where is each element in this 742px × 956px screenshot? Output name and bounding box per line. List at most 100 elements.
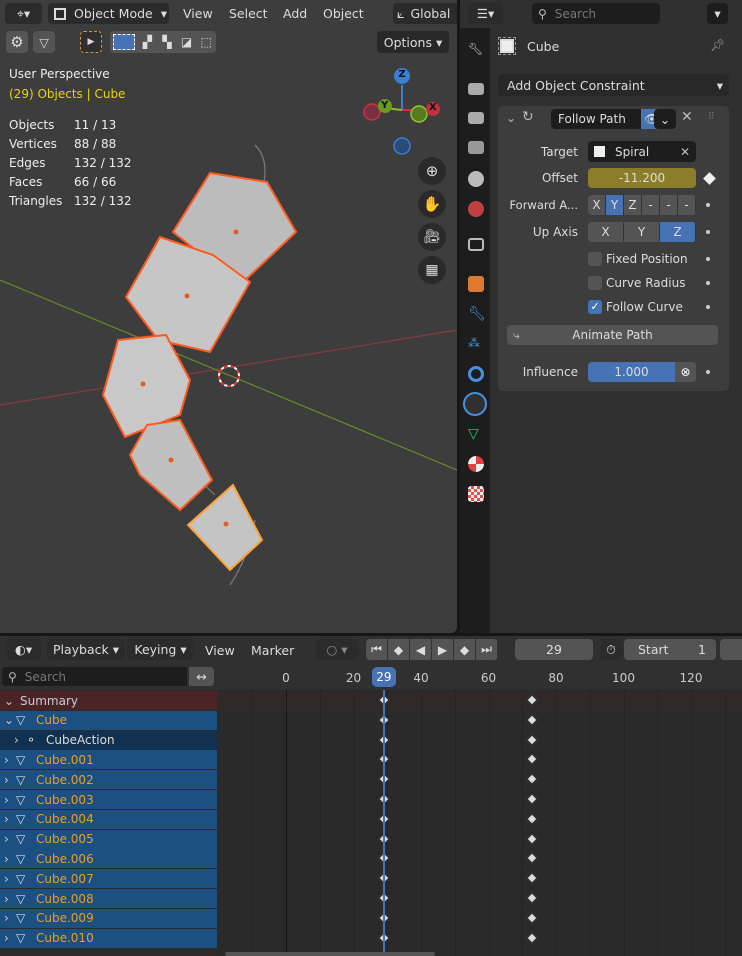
world-icon[interactable] <box>468 201 484 217</box>
playhead-frame-indicator[interactable]: 29 <box>371 667 396 687</box>
stopwatch-icon[interactable]: ⏱ <box>600 639 622 660</box>
prev-keyframe-icon[interactable]: ◆ <box>388 639 410 660</box>
channel-row-action[interactable]: › ⚬ CubeAction <box>0 730 217 750</box>
gizmo-x-label[interactable]: X <box>429 102 437 113</box>
object-icon[interactable] <box>468 276 484 292</box>
menu-view[interactable]: View <box>183 6 213 21</box>
editor-type-button[interactable]: ◐▾ <box>6 639 41 660</box>
swap-arrows-icon[interactable]: ↔ <box>189 667 214 686</box>
tool-icon[interactable]: 🔧︎ <box>468 42 484 58</box>
output-icon[interactable] <box>468 112 484 124</box>
collapse-chevron-icon[interactable]: ⌄ <box>506 111 516 125</box>
channel-row-object[interactable]: › ▽ Cube.001 <box>0 750 217 770</box>
gizmo-z-label[interactable]: Z <box>396 69 408 80</box>
target-field[interactable]: Spiral ✕ <box>588 141 696 162</box>
influence-slider[interactable]: 1.000 <box>588 362 675 382</box>
forward-x[interactable]: X <box>588 195 606 215</box>
constraint-menu-chevron-icon[interactable]: ⌄ <box>654 109 676 129</box>
keying-menu[interactable]: Keying ▾ <box>127 639 194 660</box>
end-frame-field[interactable] <box>720 639 742 660</box>
view-layer-icon[interactable] <box>468 141 484 154</box>
expand-chevron-icon[interactable]: › <box>4 892 16 906</box>
mode-dropdown[interactable]: Object Mode ▾ <box>48 3 169 24</box>
start-frame-field[interactable]: Start 1 <box>624 639 716 660</box>
jump-start-icon[interactable]: ⏮ <box>366 639 388 660</box>
clear-target-icon[interactable]: ✕ <box>680 145 690 159</box>
animate-dot-icon[interactable] <box>706 281 710 285</box>
add-object-constraint-dropdown[interactable]: Add Object Constraint ▾ <box>498 74 729 96</box>
select-extend-icon[interactable]: ▞ <box>138 31 158 53</box>
horizontal-scrollbar[interactable] <box>225 952 435 956</box>
pan-hand-icon[interactable]: ✋ <box>418 190 446 218</box>
curve-radius-checkbox[interactable] <box>588 276 602 290</box>
menu-select[interactable]: Select <box>229 6 268 21</box>
gizmo-y-label[interactable]: Y <box>381 100 388 111</box>
channel-row-object[interactable]: › ▽ Cube.002 <box>0 770 217 790</box>
animate-dot-icon[interactable] <box>706 203 710 207</box>
perspective-grid-icon[interactable]: ▦ <box>418 256 446 284</box>
forward-neg-x[interactable]: - <box>642 195 660 215</box>
pin-icon[interactable]: 📌︎ <box>710 38 725 52</box>
expand-chevron-icon[interactable]: › <box>4 852 16 866</box>
animate-dot-icon[interactable] <box>706 230 710 234</box>
playhead-line[interactable] <box>382 690 385 956</box>
channel-row-object[interactable]: › ▽ Cube.010 <box>0 928 217 948</box>
material-icon[interactable] <box>468 456 484 472</box>
options-chevron-icon[interactable]: ▾ <box>707 3 728 24</box>
animate-dot-icon[interactable] <box>706 305 710 309</box>
up-z[interactable]: Z <box>660 222 696 242</box>
expand-chevron-icon[interactable]: › <box>4 753 16 767</box>
expand-chevron-icon[interactable]: › <box>4 793 16 807</box>
up-x[interactable]: X <box>588 222 624 242</box>
menu-add[interactable]: Add <box>283 6 307 21</box>
scene-icon[interactable] <box>468 171 484 187</box>
texture-icon[interactable] <box>468 486 484 502</box>
frame-ruler[interactable]: 0 20 40 60 80 100 120 29 <box>217 664 742 690</box>
follow-curve-checkbox[interactable]: ✓ <box>588 300 602 314</box>
view-menu[interactable]: View <box>205 643 235 658</box>
editor-type-button[interactable]: ⌖▾ <box>5 3 42 24</box>
expand-chevron-icon[interactable]: › <box>4 773 16 787</box>
channel-row-object[interactable]: › ▽ Cube.003 <box>0 790 217 809</box>
keyframe-area[interactable] <box>217 690 742 956</box>
editor-type-button[interactable]: ☰▾ <box>468 3 503 24</box>
expand-chevron-icon[interactable]: › <box>4 911 16 925</box>
particles-icon[interactable]: ⁂ <box>468 336 484 352</box>
select-new-icon[interactable] <box>113 34 135 50</box>
delete-constraint-close-icon[interactable]: ✕ <box>681 109 693 125</box>
transform-orientation-dropdown[interactable]: ⟀ Global <box>393 3 457 24</box>
current-frame-field[interactable]: 29 <box>515 639 593 660</box>
expand-chevron-icon[interactable]: › <box>4 872 16 886</box>
drag-handle-icon[interactable]: ⠿ <box>708 112 715 122</box>
animate-dot-icon[interactable] <box>706 370 710 374</box>
next-keyframe-icon[interactable]: ◆ <box>454 639 476 660</box>
channel-row-summary[interactable]: ⌄ Summary <box>0 691 217 710</box>
up-y[interactable]: Y <box>624 222 660 242</box>
select-invert-icon[interactable]: ◪ <box>177 31 197 53</box>
jump-end-icon[interactable]: ⏭ <box>476 639 498 660</box>
channel-search-input[interactable]: ⚲ Search <box>2 667 187 686</box>
auto-keying-record-icon[interactable]: ○ ▾ <box>316 639 358 660</box>
expand-chevron-icon[interactable]: › <box>4 832 16 846</box>
select-intersect-icon[interactable]: ⬚ <box>196 31 216 53</box>
play-reverse-icon[interactable]: ◀ <box>410 639 432 660</box>
constraint-name-field[interactable]: Follow Path 👁︎ <box>551 109 663 129</box>
gear-icon[interactable]: ⚙ <box>6 31 28 53</box>
camera-icon[interactable]: 🎥︎ <box>418 223 446 251</box>
constraints-icon[interactable] <box>463 392 487 416</box>
animate-path-button[interactable]: ⤷ Animate Path <box>507 325 718 345</box>
properties-search-input[interactable]: ⚲ Search <box>532 3 660 24</box>
options-dropdown[interactable]: Options ▾ <box>377 31 449 53</box>
expand-chevron-icon[interactable]: ⌄ <box>4 694 16 708</box>
keyframe-diamond-icon[interactable] <box>703 172 716 185</box>
render-icon[interactable] <box>468 83 484 95</box>
zoom-icon[interactable]: ⊕ <box>418 157 446 185</box>
channel-row-object[interactable]: › ▽ Cube.004 <box>0 809 217 829</box>
forward-neg-z[interactable]: - <box>678 195 696 215</box>
disable-keep-transform-icon[interactable]: ⊗ <box>675 362 696 382</box>
fixed-position-checkbox[interactable] <box>588 252 602 266</box>
3d-viewport[interactable]: ⌖▾ Object Mode ▾ View Select Add Object ⟀… <box>0 0 457 633</box>
channel-row-object-open[interactable]: ⌄ ▽ Cube <box>0 710 217 730</box>
channel-row-object[interactable]: › ▽ Cube.006 <box>0 849 217 869</box>
expand-chevron-icon[interactable]: ⌄ <box>4 713 16 727</box>
